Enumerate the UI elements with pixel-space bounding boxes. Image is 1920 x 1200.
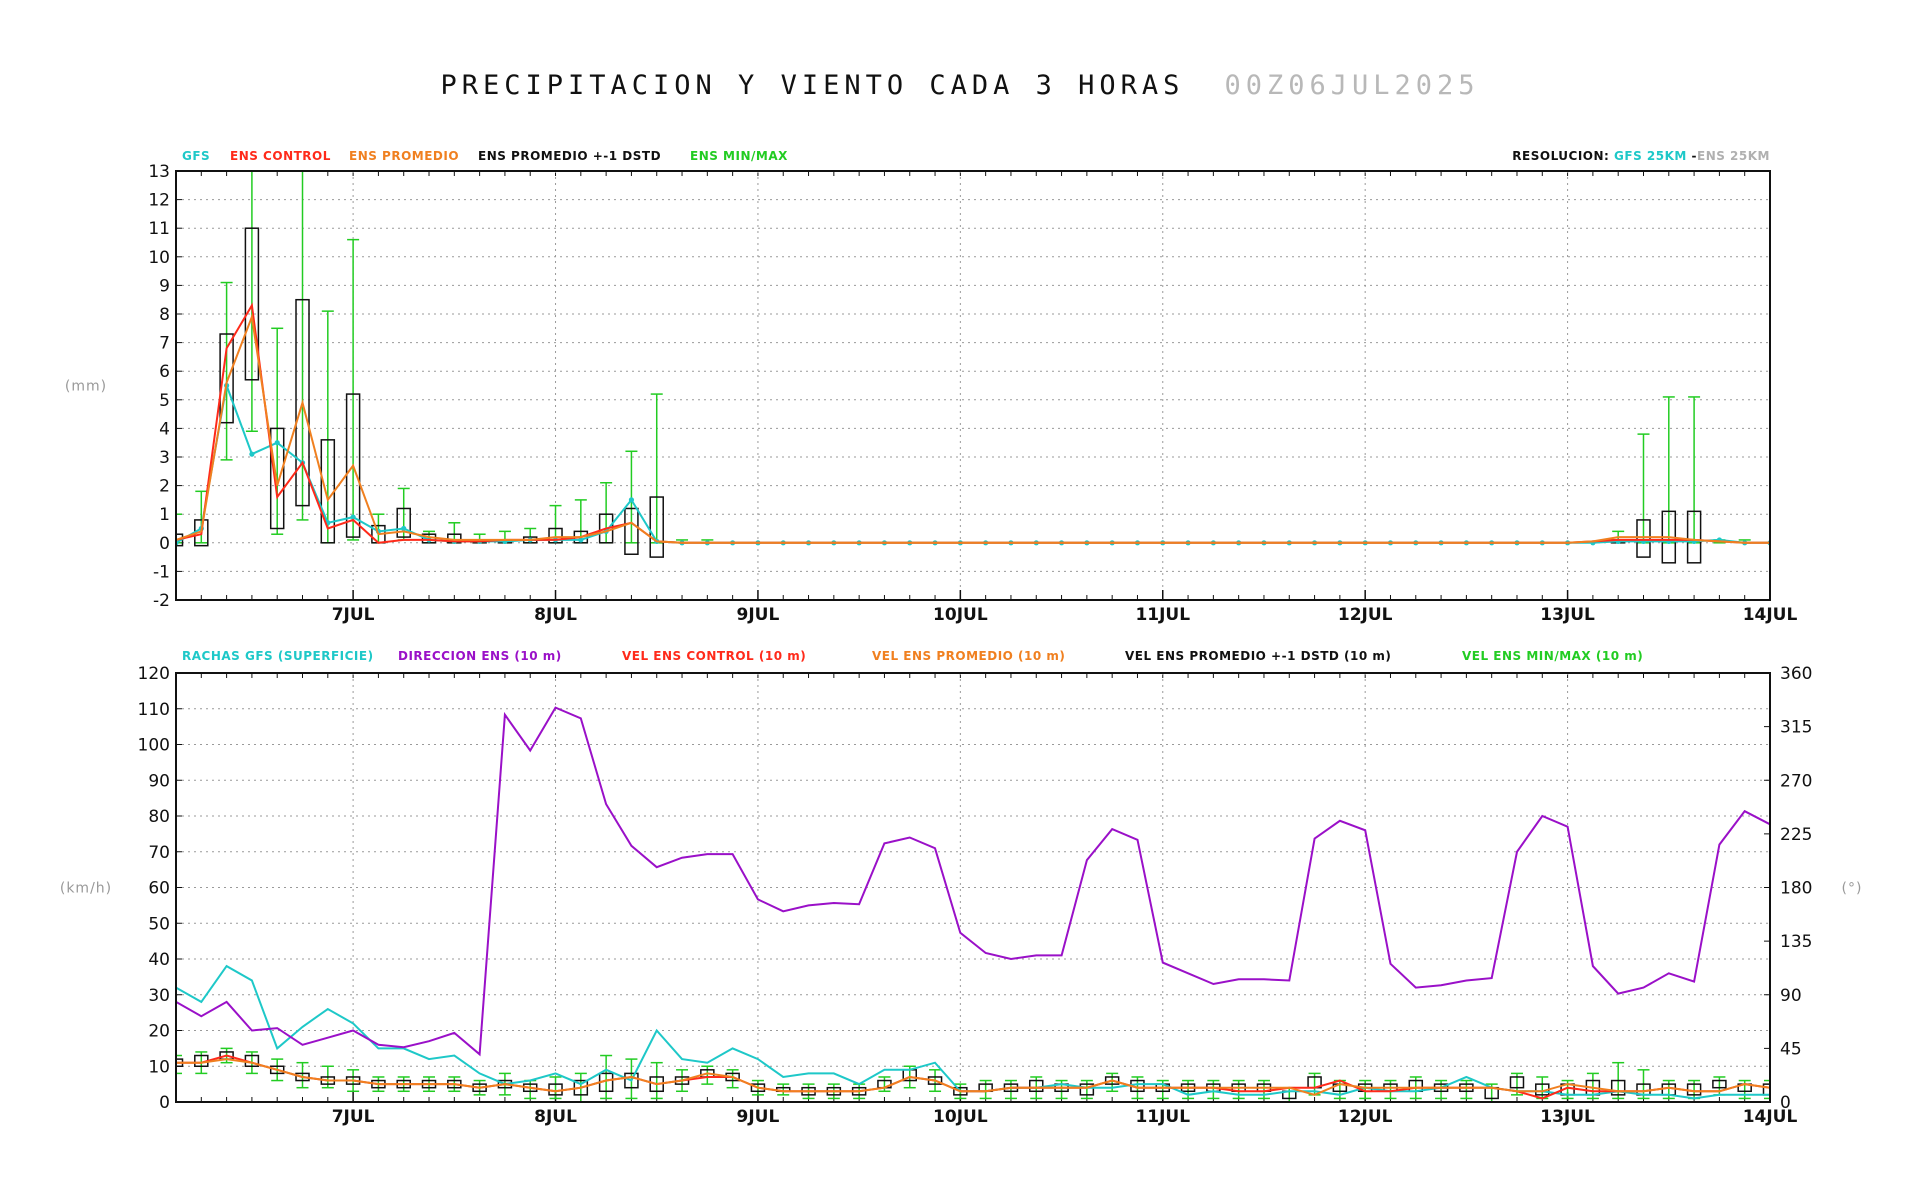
y-tick-label: -2	[153, 591, 170, 611]
y-right-tick-label: 0	[1780, 1093, 1791, 1113]
y-tick-label: 70	[148, 843, 170, 863]
x-tick-label: 11JUL	[1135, 605, 1190, 625]
y-tick-label: 10	[148, 1057, 170, 1077]
legend-entry: VEL ENS MIN/MAX (10 m)	[1462, 649, 1643, 663]
series-line-direccion-ens-10-m	[176, 706, 1770, 1057]
y-tick-label: 20	[148, 1022, 170, 1042]
plot-frame	[175, 170, 1771, 601]
y-tick-label: 90	[148, 771, 170, 791]
x-tick-label: 12JUL	[1338, 605, 1393, 625]
y-tick-label: 13	[148, 162, 170, 182]
y-tick-label: 10	[148, 248, 170, 268]
legend-entry: ENS CONTROL	[230, 149, 331, 163]
resolution-legend-part: ENS 25KM	[1697, 149, 1770, 163]
y-tick-label: 110	[138, 700, 170, 720]
y-tick-label: 40	[148, 950, 170, 970]
y-right-tick-label: 360	[1780, 664, 1812, 684]
x-tick-label: 14JUL	[1743, 605, 1798, 625]
x-tick-label: 8JUL	[534, 1107, 577, 1127]
x-tick-label: 13JUL	[1540, 1107, 1595, 1127]
y-tick-label: 11	[148, 219, 170, 239]
x-tick-label: 9JUL	[737, 605, 780, 625]
x-tick-label: 9JUL	[737, 1107, 780, 1127]
plot-area	[176, 171, 1770, 564]
y-tick-label: 7	[159, 334, 170, 354]
y-right-axis-label: (°)	[1842, 881, 1863, 897]
y-right-tick-label: 135	[1780, 932, 1812, 952]
series-line-ens-control	[176, 302, 1770, 544]
x-tick-label: 13JUL	[1540, 605, 1595, 625]
legend-entry: VEL ENS PROMEDIO +-1 DSTD (10 m)	[1125, 649, 1391, 663]
series-line-ens-promedio	[176, 313, 1770, 544]
gfs-point	[401, 525, 407, 532]
plot-area	[176, 706, 1770, 1102]
y-tick-label: 60	[148, 879, 170, 899]
y-tick-label: 80	[148, 807, 170, 827]
y-tick-label: 5	[159, 391, 170, 411]
y-tick-label: 9	[159, 276, 170, 296]
y-tick-label: 0	[159, 1093, 170, 1113]
y-axis-label: (mm)	[65, 379, 107, 395]
gfs-point	[274, 440, 280, 446]
legend-entry: DIRECCION ENS (10 m)	[398, 649, 562, 663]
y-right-tick-label: 315	[1780, 718, 1812, 738]
plot-frame	[175, 672, 1771, 1103]
precip-panel: -2-10123456789101112137JUL 8JUL 9JUL 10JUL 1…	[65, 149, 1798, 625]
legend-entry: ENS MIN/MAX	[690, 149, 788, 163]
y-tick-label: 4	[159, 419, 170, 439]
y-tick-label: 3	[159, 448, 170, 468]
x-tick-label: 12JUL	[1338, 1107, 1393, 1127]
y-axis-label: (km/h)	[60, 881, 112, 897]
x-tick-label: 10JUL	[933, 605, 988, 625]
legend-entry: VEL ENS CONTROL (10 m)	[622, 649, 806, 663]
y-tick-label: 2	[159, 477, 170, 497]
wind-panel: 0 10 20 30 40 50 60 70 80 90 100 110 120 7JUL 8JUL 9JUL…	[60, 649, 1863, 1127]
chart-canvas: -2-10123456789101112137JUL 8JUL 9JUL 10JUL 1…	[60, 149, 1863, 1127]
x-tick-label: 7JUL	[332, 605, 375, 625]
x-tick-label: 7JUL	[332, 1107, 375, 1127]
y-right-tick-label: 90	[1780, 986, 1802, 1006]
y-tick-label: 120	[138, 664, 170, 684]
y-right-tick-label: 180	[1780, 879, 1812, 899]
series-line-gfs	[176, 381, 1770, 544]
resolution-legend: RESOLUCION: GFS 25KM -ENS 25KM	[1512, 149, 1770, 163]
legend-entry: GFS	[182, 149, 210, 163]
y-tick-label: 30	[148, 986, 170, 1006]
resolution-legend-part: RESOLUCION:	[1512, 149, 1614, 163]
legend-entry: ENS PROMEDIO +-1 DSTD	[478, 149, 661, 163]
y-tick-label: 1	[159, 505, 170, 525]
y-right-tick-label: 270	[1780, 771, 1812, 791]
legend-entry: ENS PROMEDIO	[349, 149, 459, 163]
y-tick-label: -1	[153, 562, 170, 582]
y-tick-label: 8	[159, 305, 170, 325]
legend-entry: RACHAS GFS (SUPERFICIE)	[182, 649, 374, 663]
y-tick-label: 0	[159, 534, 170, 554]
y-tick-label: 12	[148, 191, 170, 211]
y-right-tick-label: 225	[1780, 825, 1812, 845]
y-tick-label: 50	[148, 914, 170, 934]
resolution-legend-part: GFS 25KM	[1614, 149, 1691, 163]
gfs-point	[628, 497, 635, 503]
y-right-tick-label: 45	[1780, 1039, 1802, 1059]
x-tick-label: 8JUL	[534, 605, 577, 625]
y-tick-label: 100	[138, 736, 170, 756]
series-line-rachas-gfs-superficie	[176, 964, 1770, 1100]
x-tick-label: 10JUL	[933, 1107, 988, 1127]
gfs-point	[249, 451, 255, 457]
x-tick-label: 11JUL	[1135, 1107, 1190, 1127]
y-tick-label: 6	[159, 362, 170, 382]
legend-entry: VEL ENS PROMEDIO (10 m)	[872, 649, 1065, 663]
